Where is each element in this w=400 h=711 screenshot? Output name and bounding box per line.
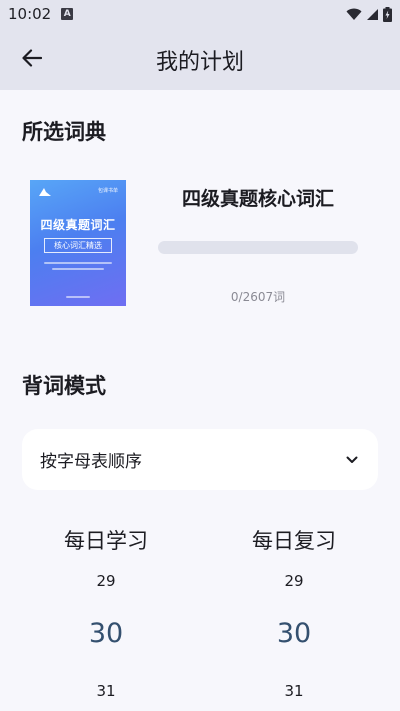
status-bar: 10:02 A — [0, 0, 400, 28]
study-mode-value: 按字母表顺序 — [40, 452, 142, 472]
cover-subtitle: 核心词汇精选 — [44, 238, 112, 253]
daily-learn-label: 每日学习 — [64, 529, 148, 553]
selected-dictionary-heading: 所选词典 — [22, 120, 106, 144]
notification-icon: A — [61, 8, 74, 20]
app-bar: 我的计划 — [0, 28, 400, 90]
learning-progress-bar — [158, 241, 358, 254]
wifi-icon — [346, 8, 362, 20]
status-icons — [346, 6, 392, 22]
book-cover[interactable]: 包课书单 四级真题词汇 核心词汇精选 — [30, 180, 126, 306]
battery-charging-icon — [383, 6, 392, 22]
cellular-signal-icon — [367, 8, 378, 20]
study-mode-dropdown[interactable]: 按字母表顺序 — [22, 429, 378, 490]
daily-learn-option-next[interactable]: 31 — [26, 682, 186, 700]
daily-review-option-prev[interactable]: 29 — [214, 572, 374, 590]
cover-decor-line — [66, 296, 90, 298]
cover-decor-line — [44, 262, 112, 264]
status-time: 10:02 — [8, 5, 52, 23]
cover-logo-icon — [39, 188, 51, 196]
learning-progress-text: 0/2607词 — [230, 290, 286, 304]
daily-review-label: 每日复习 — [252, 529, 336, 553]
dictionary-name: 四级真题核心词汇 — [181, 188, 334, 210]
daily-review-option-selected[interactable]: 30 — [214, 618, 374, 649]
daily-learn-option-prev[interactable]: 29 — [26, 572, 186, 590]
daily-learn-option-selected[interactable]: 30 — [26, 618, 186, 649]
page-title: 我的计划 — [155, 50, 244, 75]
daily-review-option-next[interactable]: 31 — [214, 682, 374, 700]
chevron-down-icon — [346, 456, 358, 464]
cover-decor-line — [52, 268, 104, 270]
cover-brand: 包课书单 — [97, 188, 118, 194]
cover-title: 四级真题词汇 — [40, 218, 116, 232]
study-mode-heading: 背词模式 — [22, 374, 106, 398]
